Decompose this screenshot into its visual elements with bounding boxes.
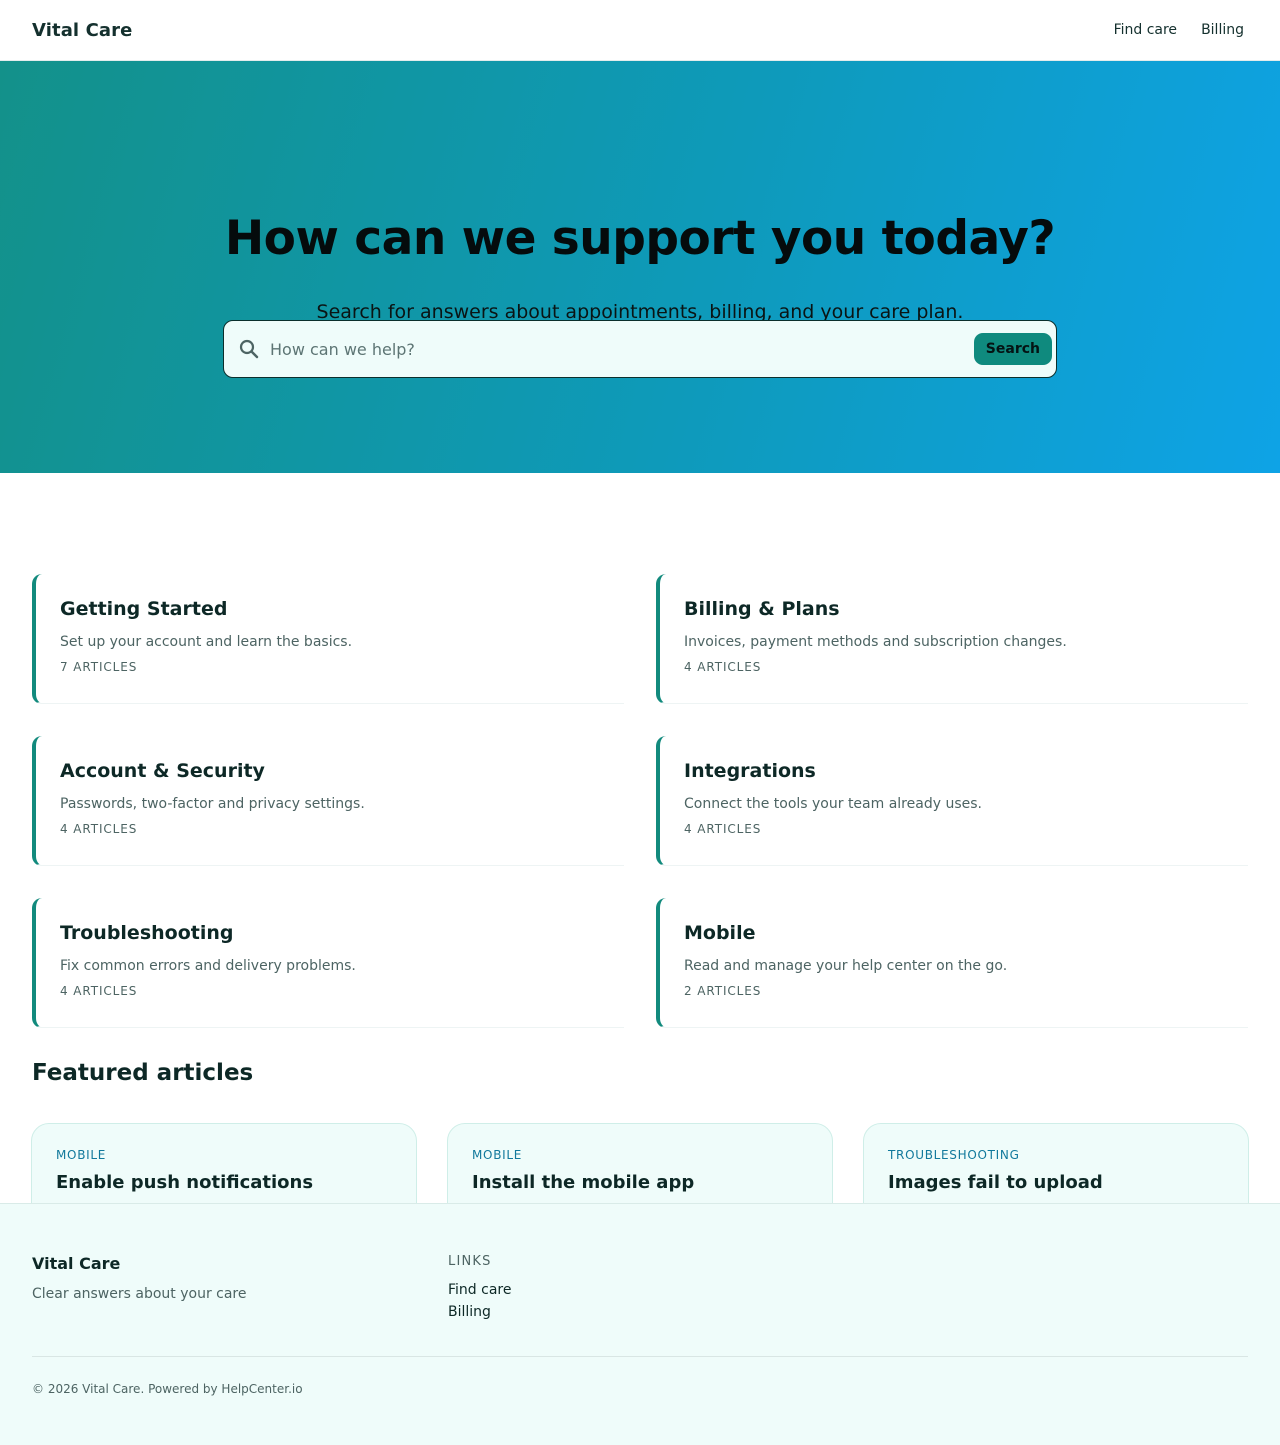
footer-brand: Vital Care [32,1254,121,1273]
search-icon [224,321,270,377]
category-description: Connect the tools your team already uses… [684,796,982,812]
footer-divider [32,1356,1248,1357]
footer-links: Find care Billing [448,1282,511,1320]
category-description: Set up your account and learn the basics… [60,634,353,650]
brand-logo[interactable]: Vital Care [32,20,132,41]
category-article-count: 4 ARTICLES [684,660,762,674]
nav-link-billing[interactable]: Billing [1201,22,1244,38]
category-description: Invoices, payment methods and subscripti… [684,634,1067,650]
category-title: Getting Started [60,598,228,620]
article-category-tag: MOBILE [56,1148,107,1162]
top-navbar: Vital Care Find care Billing [0,0,1280,61]
category-description: Fix common errors and delivery problems. [60,958,356,974]
site-footer: Vital Care Clear answers about your care… [0,1203,1280,1445]
category-card-mobile[interactable]: Mobile Read and manage your help center … [656,898,1248,1028]
category-card-account-security[interactable]: Account & Security Passwords, two-factor… [32,736,624,866]
category-article-count: 4 ARTICLES [60,984,138,998]
category-title: Integrations [684,760,816,782]
category-article-count: 7 ARTICLES [60,660,138,674]
footer-link-find-care[interactable]: Find care [448,1282,511,1298]
article-title: Images fail to upload [888,1172,1103,1193]
category-card-billing-plans[interactable]: Billing & Plans Invoices, payment method… [656,574,1248,704]
category-article-count: 4 ARTICLES [60,822,138,836]
category-title: Troubleshooting [60,922,234,944]
category-card-integrations[interactable]: Integrations Connect the tools your team… [656,736,1248,866]
category-article-count: 2 ARTICLES [684,984,762,998]
article-title: Enable push notifications [56,1172,314,1193]
nav-link-find-care[interactable]: Find care [1114,22,1177,38]
category-title: Account & Security [60,760,265,782]
category-description: Passwords, two-factor and privacy settin… [60,796,365,812]
footer-copyright: © 2026 Vital Care. Powered by HelpCenter… [32,1382,303,1396]
category-card-troubleshooting[interactable]: Troubleshooting Fix common errors and de… [32,898,624,1028]
article-category-tag: MOBILE [472,1148,523,1162]
category-title: Billing & Plans [684,598,840,620]
category-card-getting-started[interactable]: Getting Started Set up your account and … [32,574,624,704]
category-title: Mobile [684,922,756,944]
main-content: How can we support you today? Search for… [0,61,1280,1225]
article-title: Install the mobile app [472,1172,695,1193]
category-description: Read and manage your help center on the … [684,958,1008,974]
footer-tagline: Clear answers about your care [32,1286,247,1302]
search-bar: Search [223,320,1057,378]
category-grid: Getting Started Set up your account and … [32,574,1248,1028]
featured-articles-heading: Featured articles [32,1060,254,1086]
article-category-tag: TROUBLESHOOTING [888,1148,1020,1162]
top-nav: Find care Billing [1114,22,1244,38]
search-button[interactable]: Search [973,333,1052,365]
hero-section: How can we support you today? Search for… [0,61,1280,473]
search-input[interactable] [270,329,974,369]
footer-links-heading: LINKS [448,1254,492,1269]
footer-link-billing[interactable]: Billing [448,1304,511,1320]
hero-title: How can we support you today? [224,211,1056,266]
category-article-count: 4 ARTICLES [684,822,762,836]
